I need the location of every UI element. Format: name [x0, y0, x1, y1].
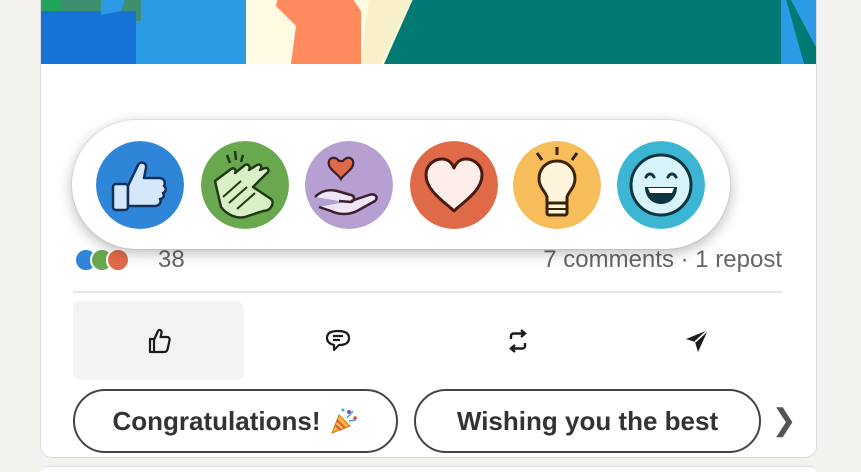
suggested-comment-text: Wishing you the best: [456, 405, 719, 436]
party-popper-icon: [330, 408, 357, 434]
comments-reposts-count[interactable]: 7 comments · 1 repost: [543, 246, 782, 274]
reaction-like[interactable]: [96, 141, 184, 229]
reaction-insightful[interactable]: [513, 141, 601, 229]
post-image-illustration: [41, 0, 816, 64]
send-button[interactable]: [611, 301, 782, 380]
suggested-comment-wishing[interactable]: Wishing you the best: [414, 389, 761, 453]
send-icon: [685, 328, 709, 352]
like-button[interactable]: [73, 301, 244, 380]
next-suggestions-chevron-icon[interactable]: ❯: [771, 400, 796, 440]
reaction-support[interactable]: [305, 141, 393, 229]
thumbs-up-outline-icon: [148, 328, 171, 353]
comment-button[interactable]: [252, 301, 423, 380]
repost-icon: [508, 328, 527, 353]
post-image[interactable]: [41, 0, 816, 64]
clapping-hands-icon: [201, 141, 289, 229]
heart-in-hand-icon: [305, 141, 393, 229]
reaction-count[interactable]: 38: [158, 246, 185, 274]
repost-button[interactable]: [432, 301, 603, 380]
reactions-menu: [72, 120, 730, 249]
post-actions-bar: [73, 301, 782, 381]
social-counts: 38 7 comments · 1 repost: [74, 246, 782, 276]
lightbulb-icon: [513, 141, 601, 229]
thumbs-up-icon: [96, 141, 184, 229]
love-mini-icon: [106, 248, 130, 272]
reaction-summary-icons[interactable]: [74, 248, 164, 274]
reaction-funny[interactable]: [617, 141, 705, 229]
suggested-comment-congratulations[interactable]: Congratulations!: [73, 389, 398, 453]
suggested-comment-text: Congratulations!: [112, 405, 321, 436]
comment-icon: [325, 329, 350, 351]
next-card-edge: [40, 466, 817, 472]
reaction-celebrate[interactable]: [201, 141, 289, 229]
heart-icon: [410, 141, 498, 229]
reaction-love[interactable]: [410, 141, 498, 229]
laughing-face-icon: [617, 141, 705, 229]
divider: [73, 291, 782, 293]
